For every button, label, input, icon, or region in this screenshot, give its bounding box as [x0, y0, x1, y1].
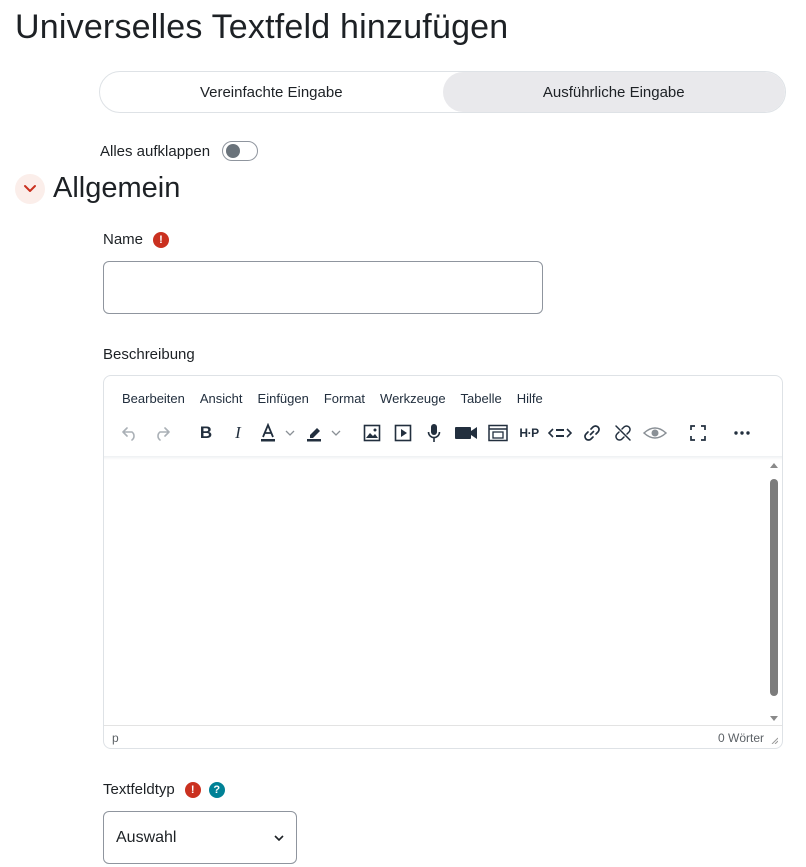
menu-edit[interactable]: Bearbeiten [122, 391, 185, 406]
element-path[interactable]: p [112, 731, 119, 745]
expand-all-label: Alles aufklappen [100, 142, 211, 160]
menu-table[interactable]: Tabelle [461, 391, 502, 406]
editor-menubar: Bearbeiten Ansicht Einfügen Format Werkz… [122, 391, 543, 406]
editor-toolbar: B I H·P [104, 418, 782, 456]
bold-icon[interactable]: B [194, 418, 218, 448]
expand-all-row: Alles aufklappen [100, 141, 259, 161]
help-icon[interactable]: ? [208, 781, 225, 798]
name-label: Name [103, 231, 144, 248]
required-icon: ! [184, 781, 201, 798]
redo-icon[interactable] [150, 418, 174, 448]
microphone-icon[interactable] [422, 418, 446, 448]
simple-mode-button[interactable]: Vereinfachte Eingabe [100, 72, 443, 112]
menu-format[interactable]: Format [324, 391, 365, 406]
menu-insert[interactable]: Einfügen [258, 391, 309, 406]
name-input[interactable] [103, 261, 543, 314]
name-label-row: Name ! [103, 231, 170, 248]
embed-icon[interactable] [486, 418, 510, 448]
description-label-row: Beschreibung [103, 346, 195, 363]
input-mode-switch: Vereinfachte Eingabe Ausführliche Eingab… [99, 71, 786, 113]
menu-view[interactable]: Ansicht [200, 391, 243, 406]
image-icon[interactable] [360, 418, 384, 448]
unlink-icon[interactable] [611, 418, 635, 448]
required-icon: ! [153, 231, 170, 248]
advanced-mode-button[interactable]: Ausführliche Eingabe [442, 72, 785, 112]
chevron-down-icon [24, 184, 36, 192]
html-icon[interactable] [547, 418, 573, 448]
media-icon[interactable] [391, 418, 415, 448]
h5p-icon[interactable]: H·P [516, 418, 542, 448]
page-title: Universelles Textfeld hinzufügen [15, 8, 509, 46]
more-icon[interactable] [730, 418, 754, 448]
field-type-label-row: Textfeldtyp ! ? [103, 781, 225, 798]
italic-icon[interactable]: I [226, 418, 250, 448]
field-type-label: Textfeldtyp [103, 781, 175, 798]
video-camera-icon[interactable] [453, 418, 479, 448]
fullscreen-icon[interactable] [686, 418, 710, 448]
description-label: Beschreibung [103, 346, 195, 363]
editor-content-area[interactable] [104, 460, 782, 727]
collapse-section-button[interactable] [15, 173, 45, 204]
section-header: Allgemein [15, 172, 180, 205]
scrollbar-thumb[interactable] [770, 479, 778, 696]
expand-all-toggle[interactable] [222, 141, 259, 161]
field-type-select[interactable]: Auswahl [103, 811, 297, 864]
toggle-knob [226, 144, 241, 158]
highlight-icon[interactable] [303, 418, 345, 448]
chevron-down-icon [274, 834, 284, 841]
preview-icon[interactable] [641, 418, 669, 448]
link-icon[interactable] [580, 418, 604, 448]
description-editor: Bearbeiten Ansicht Einfügen Format Werkz… [103, 375, 783, 749]
section-title: Allgemein [53, 172, 181, 204]
undo-icon[interactable] [118, 418, 142, 448]
field-type-selected: Auswahl [116, 828, 177, 846]
menu-help[interactable]: Hilfe [517, 391, 543, 406]
editor-statusbar: p 0 Wörter [104, 725, 782, 748]
menu-tools[interactable]: Werkzeuge [380, 391, 446, 406]
text-color-icon[interactable] [257, 418, 299, 448]
resize-handle-icon[interactable] [770, 736, 778, 744]
word-count[interactable]: 0 Wörter [718, 731, 764, 745]
